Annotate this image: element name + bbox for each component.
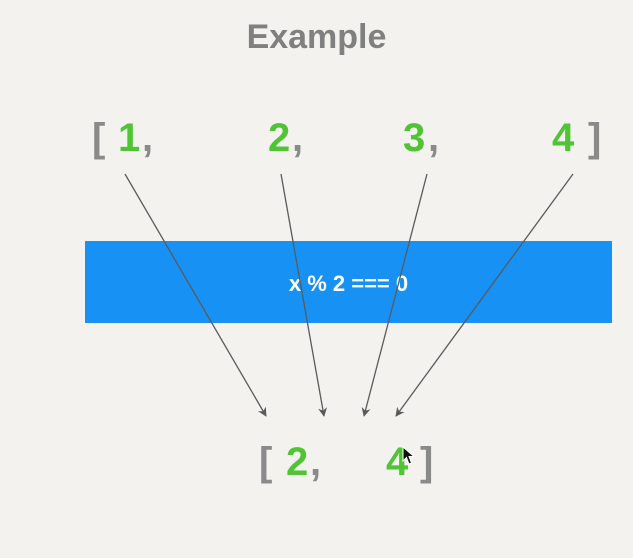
- output-close-bracket: ]: [420, 440, 434, 484]
- arrow-from-1: [124, 173, 267, 417]
- arrow-from-2: [280, 173, 328, 417]
- arrow-from-4: [395, 173, 574, 417]
- output-comma: ,: [310, 440, 322, 484]
- arrow-from-3: [361, 173, 428, 417]
- output-item-2: 2: [286, 440, 309, 484]
- output-open-bracket: [: [259, 440, 273, 484]
- mouse-cursor-icon: [402, 446, 416, 465]
